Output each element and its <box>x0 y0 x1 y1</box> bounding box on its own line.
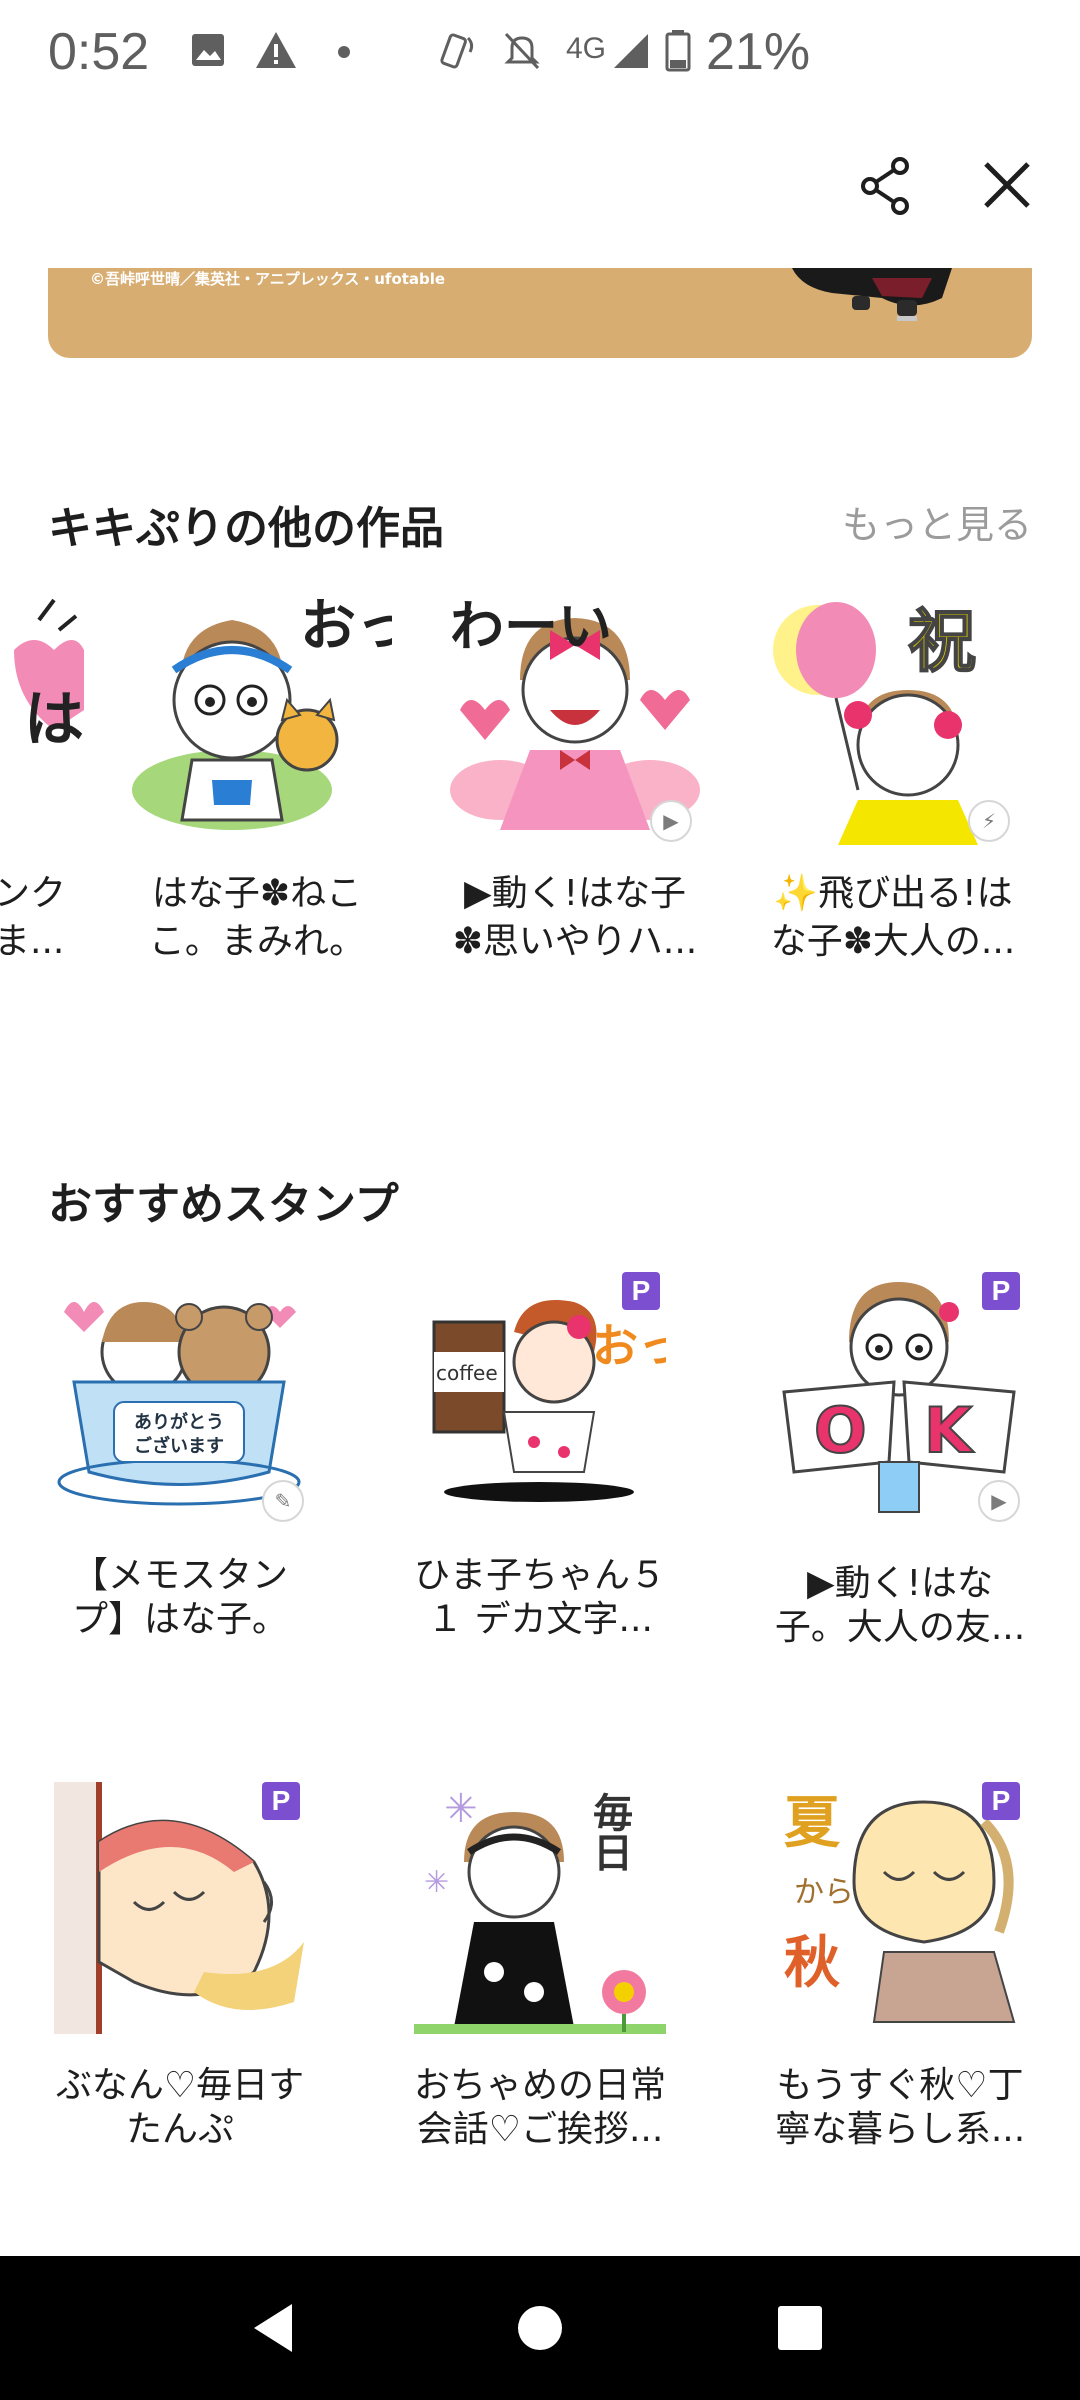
iwai-text: 祝 <box>908 603 976 682</box>
sticker-thumbnail: ✳ ✳ 毎日 <box>414 1786 666 2034</box>
premium-badge: P <box>622 1272 660 1310</box>
battery-icon <box>665 30 691 72</box>
sticker-title: ▶動く!はな 子。大人の友... <box>774 1563 1026 1648</box>
sticker-title: ✨飛び出る!は な子✽大人の... <box>770 873 1016 962</box>
aki-text: 秋 <box>784 1931 840 1996</box>
status-time: 0:52 <box>48 23 150 81</box>
vibrate-icon <box>440 33 474 69</box>
bell-off-icon <box>504 32 540 70</box>
sticker-title: おちゃめの日常 会話♡ご挨拶... <box>413 2065 666 2150</box>
premium-badge: P <box>262 1782 300 1820</box>
thanks-text-line2: ございます <box>134 1435 224 1457</box>
share-icon <box>861 157 909 215</box>
warning-icon <box>256 32 296 68</box>
ok-text-o: O <box>814 1394 867 1467</box>
premium-badge: P <box>982 1272 1020 1310</box>
premium-badge: P <box>982 1782 1020 1820</box>
effect-icon: ⚡ <box>968 800 1010 842</box>
play-icon: ▶ <box>978 1480 1020 1522</box>
edit-icon: ✎ <box>262 1480 304 1522</box>
sticker-title: もうすぐ秋♡丁 寧な暮らし系... <box>774 2065 1026 2150</box>
sticker-title: はな子✽ねこ こ。まみれ。 <box>148 873 366 962</box>
hai-text: はい <box>24 685 84 755</box>
dot-icon <box>338 46 350 58</box>
sticker-title: ンク ま... <box>0 873 67 962</box>
back-icon[interactable] <box>248 2300 304 2356</box>
o-ttsu-text: おっ <box>592 1319 666 1373</box>
banner-credit: ©吾峠呼世晴／集英社・アニプレックス・ufotable <box>90 270 446 288</box>
svg-text:✳: ✳ <box>424 1865 449 1900</box>
home-icon[interactable] <box>512 2300 568 2356</box>
promo-banner[interactable]: ©吾峠呼世晴／集英社・アニプレックス・ufotable <box>48 268 1032 358</box>
sticker-title: ひま子ちゃん５ １ デカ文字... <box>413 1555 666 1640</box>
sticker-thumbnail: はい <box>14 598 84 755</box>
coffee-text: coffee <box>436 1361 498 1385</box>
ok-text-k: K <box>924 1394 974 1467</box>
signal-icon <box>614 34 648 68</box>
battery-percent: 21% <box>706 23 811 81</box>
o-tsu-text: おっ? <box>300 594 392 659</box>
see-more-link[interactable]: もっと見る <box>842 494 1032 549</box>
recommended-title: おすすめスタンプ <box>48 1179 399 1230</box>
svg-text:✳: ✳ <box>444 1786 478 1832</box>
sticker-title: ぶなん♡毎日す たんぷ <box>55 2065 305 2150</box>
waai-text: わーい <box>450 595 612 658</box>
sticker-thumbnail: おっ? <box>132 594 392 830</box>
sticker-title: 【メモスタン プ】はな子。 <box>71 1555 288 1640</box>
kara-text: から <box>794 1875 854 1910</box>
network-type: 4G <box>566 32 607 65</box>
close-icon <box>984 162 1030 208</box>
share-button[interactable] <box>852 150 922 220</box>
close-button[interactable] <box>972 150 1042 220</box>
banner-character-image <box>792 268 952 321</box>
other-works-title: キキぷりの他の作品 <box>48 503 444 554</box>
sticker-title: ▶動く!はな子 ✽思いやりハ... <box>452 873 698 962</box>
system-nav-bar <box>0 2256 1080 2400</box>
recents-icon[interactable] <box>772 2300 828 2356</box>
natsu-text: 夏 <box>784 1791 841 1856</box>
status-bar: 0:52 4G 21% <box>0 0 1080 104</box>
thanks-text-line1: ありがとう <box>134 1411 224 1433</box>
mainichi-text: 毎日 <box>586 1792 632 1872</box>
image-icon <box>192 34 224 66</box>
play-icon: ▶ <box>650 800 692 842</box>
